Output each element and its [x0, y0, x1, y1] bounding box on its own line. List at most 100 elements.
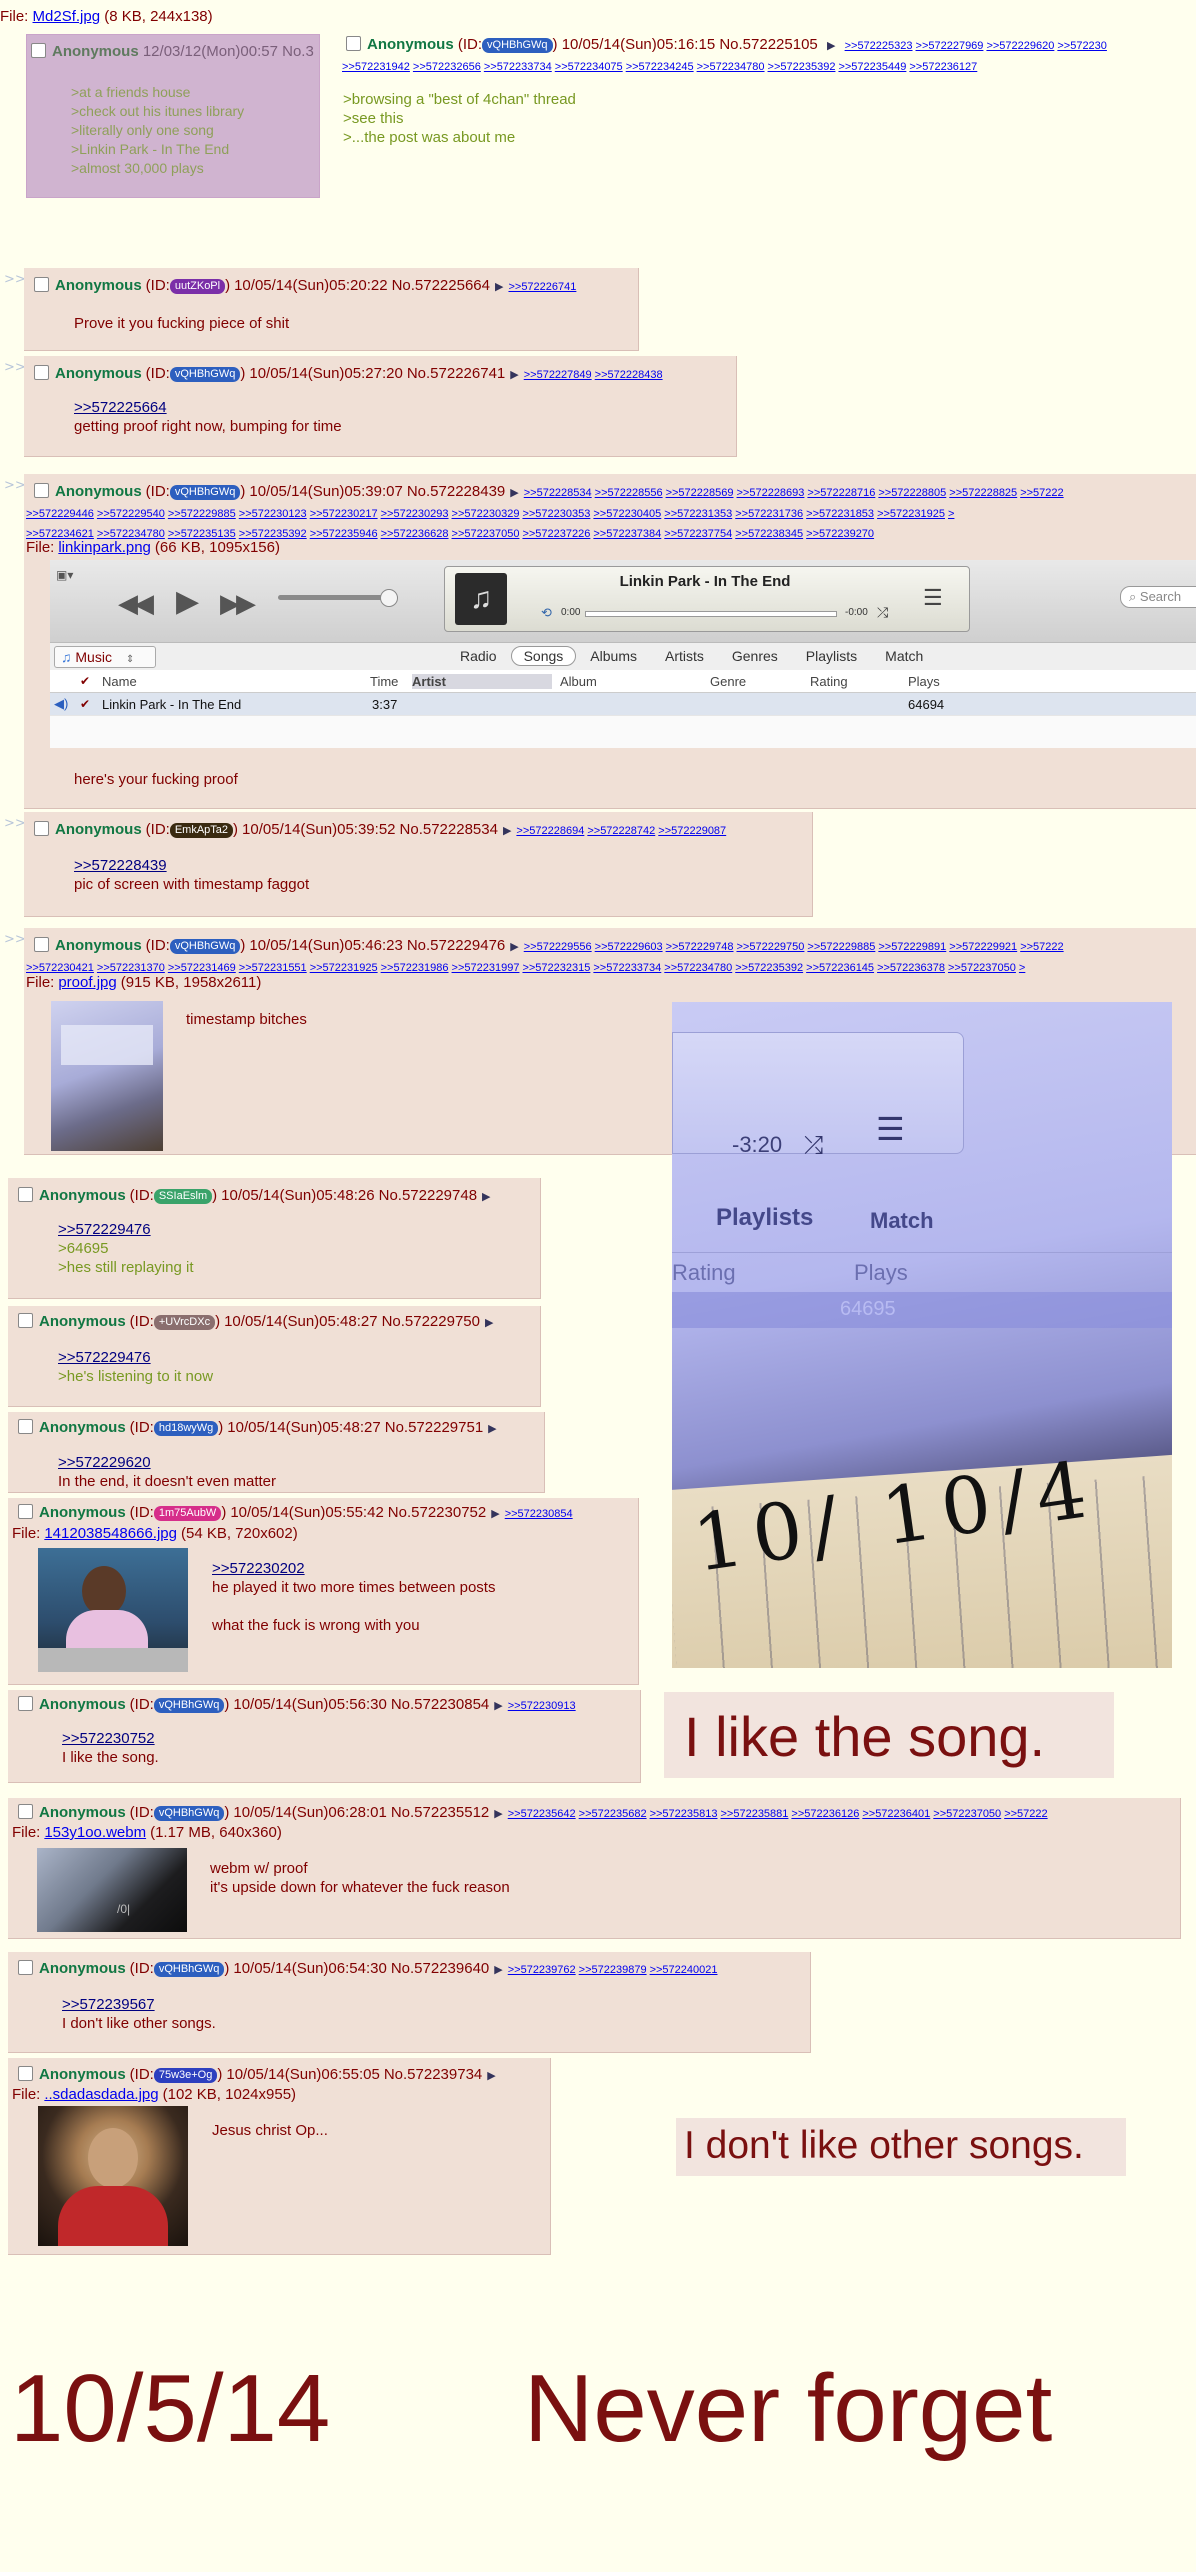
- poster-id[interactable]: hd18wyWg: [153, 1421, 219, 1436]
- post-number[interactable]: No.572229751: [385, 1419, 483, 1436]
- backlink[interactable]: >>572228534: [524, 487, 592, 499]
- quote-link[interactable]: >>572229476: [58, 1348, 213, 1367]
- post-file-link[interactable]: linkinpark.png: [58, 539, 151, 556]
- backlink[interactable]: >>572225323: [845, 40, 913, 52]
- post-checkbox[interactable]: [18, 2066, 33, 2081]
- column-header-name[interactable]: Name: [102, 674, 137, 689]
- post-menu-arrow-icon[interactable]: ▶: [495, 281, 503, 293]
- shuffle-icon[interactable]: ⤮: [877, 604, 888, 621]
- backlink[interactable]: >>572234245: [626, 61, 694, 73]
- backlink[interactable]: >>572239270: [806, 528, 874, 540]
- rewind-icon[interactable]: ◀◀: [118, 588, 154, 619]
- backlink[interactable]: >>572236127: [909, 61, 977, 73]
- backlink[interactable]: >>572236401: [862, 1808, 930, 1820]
- library-source-select[interactable]: ♫ Music ⇕: [54, 646, 156, 668]
- backlink[interactable]: >>572230353: [522, 508, 590, 520]
- post-number[interactable]: No.572239640: [391, 1960, 489, 1977]
- backlink[interactable]: >>572231370: [97, 962, 165, 974]
- volume-knob[interactable]: [380, 589, 398, 607]
- backlink[interactable]: >>572231551: [239, 962, 307, 974]
- post-checkbox[interactable]: [18, 1504, 33, 1519]
- backlink[interactable]: >>572230405: [593, 508, 661, 520]
- post-number[interactable]: No.572228534: [400, 821, 498, 838]
- post-file-link[interactable]: ..sdadasdada.jpg: [44, 2086, 158, 2103]
- backlink[interactable]: >: [1019, 962, 1025, 974]
- post-menu-arrow-icon[interactable]: ▶: [510, 369, 518, 381]
- backlink[interactable]: >>57222: [1020, 941, 1063, 953]
- backlink[interactable]: >>572228438: [595, 369, 663, 381]
- quote-link[interactable]: >>572239567: [62, 1995, 216, 2014]
- poster-id[interactable]: SSIaEslm: [153, 1189, 213, 1204]
- poster-id[interactable]: vQHBhGWq: [169, 367, 241, 382]
- post-file-link[interactable]: 1412038548666.jpg: [44, 1525, 177, 1542]
- backlink[interactable]: >>572231986: [381, 962, 449, 974]
- post-number[interactable]: No.572230854: [391, 1696, 489, 1713]
- post-checkbox[interactable]: [34, 483, 49, 498]
- backlink[interactable]: >>572230854: [505, 1508, 573, 1520]
- p9-thumbnail[interactable]: [38, 1548, 188, 1672]
- backlink[interactable]: >>572231942: [342, 61, 410, 73]
- quote-link[interactable]: >>572229620: [58, 1453, 276, 1472]
- backlink[interactable]: >>572237384: [593, 528, 661, 540]
- post-menu-arrow-icon[interactable]: ▶: [487, 2070, 495, 2082]
- backlink[interactable]: >>572231997: [452, 962, 520, 974]
- backlink[interactable]: >>572228742: [587, 825, 655, 837]
- post-menu-arrow-icon[interactable]: ▶: [494, 1808, 502, 1820]
- backlink[interactable]: >>572240021: [650, 1964, 718, 1976]
- post-menu-arrow-icon[interactable]: ▶: [494, 1700, 502, 1712]
- quote-link[interactable]: >>572230202: [212, 1559, 495, 1578]
- backlink[interactable]: >>572231736: [735, 508, 803, 520]
- row-check-icon[interactable]: ✔: [80, 697, 90, 711]
- backlink[interactable]: >>572231353: [664, 508, 732, 520]
- post-checkbox[interactable]: [18, 1419, 33, 1434]
- backlink[interactable]: >>572229885: [807, 941, 875, 953]
- column-header-album[interactable]: Album: [560, 674, 597, 689]
- repeat-icon[interactable]: ⟲: [541, 605, 552, 621]
- backlink[interactable]: >>572236378: [877, 962, 945, 974]
- op-checkbox[interactable]: [346, 36, 361, 51]
- backlink[interactable]: >>572230421: [26, 962, 94, 974]
- itunes-screenshot[interactable]: ▣▾ ◀◀ ▶ ▶▶ ♫ Linkin Park - In The End ⟲ …: [50, 560, 1196, 748]
- backlink[interactable]: >>572236145: [806, 962, 874, 974]
- backlink[interactable]: >>572228693: [737, 487, 805, 499]
- backlink[interactable]: >>572227849: [524, 369, 592, 381]
- op-file-link[interactable]: Md2Sf.jpg: [33, 8, 101, 25]
- itunes-tab-match[interactable]: Match: [871, 646, 937, 666]
- backlink[interactable]: >>572237050: [933, 1808, 1001, 1820]
- window-menu-icon[interactable]: ▣▾: [56, 568, 73, 582]
- backlink[interactable]: >>572235392: [768, 61, 836, 73]
- post-number[interactable]: No.572229750: [382, 1313, 480, 1330]
- post-menu-arrow-icon[interactable]: ▶: [510, 941, 518, 953]
- poster-id[interactable]: +UVrcDXc: [153, 1315, 216, 1330]
- backlink[interactable]: >>572228716: [807, 487, 875, 499]
- poster-id[interactable]: 75w3e+Og: [153, 2068, 218, 2083]
- backlink[interactable]: >>572239762: [508, 1964, 576, 1976]
- backlink[interactable]: >>572230217: [310, 508, 378, 520]
- post-number[interactable]: No.572229476: [407, 937, 505, 954]
- post-number[interactable]: No.572239734: [384, 2066, 482, 2083]
- itunes-tab-songs[interactable]: Songs: [510, 646, 577, 666]
- backlink[interactable]: >>572229750: [737, 941, 805, 953]
- op-post-number[interactable]: No.572225105: [719, 36, 817, 53]
- backlink[interactable]: >>572230293: [381, 508, 449, 520]
- backlink[interactable]: >>572230913: [508, 1700, 576, 1712]
- backlink[interactable]: >>572228805: [878, 487, 946, 499]
- backlink[interactable]: >>572235392: [735, 962, 803, 974]
- webm-thumbnail[interactable]: /0|: [37, 1848, 187, 1932]
- header-check-icon[interactable]: ✔: [80, 674, 90, 688]
- backlink[interactable]: >>572236628: [381, 528, 449, 540]
- quote-link[interactable]: >>572225664: [74, 398, 342, 417]
- poster-id[interactable]: vQHBhGWq: [153, 1698, 225, 1713]
- backlink[interactable]: >>572228825: [949, 487, 1017, 499]
- poster-id[interactable]: vQHBhGWq: [169, 939, 241, 954]
- backlink[interactable]: >>572230329: [452, 508, 520, 520]
- post-checkbox[interactable]: [34, 821, 49, 836]
- post-checkbox[interactable]: [18, 1696, 33, 1711]
- poster-id[interactable]: vQHBhGWq: [169, 485, 241, 500]
- post-checkbox[interactable]: [18, 1960, 33, 1975]
- post-checkbox[interactable]: [18, 1187, 33, 1202]
- backlink[interactable]: >>572229921: [949, 941, 1017, 953]
- column-header-plays[interactable]: Plays: [908, 674, 940, 689]
- search-field[interactable]: ⌕ Search: [1120, 586, 1196, 608]
- post-menu-arrow-icon[interactable]: ▶: [488, 1423, 496, 1435]
